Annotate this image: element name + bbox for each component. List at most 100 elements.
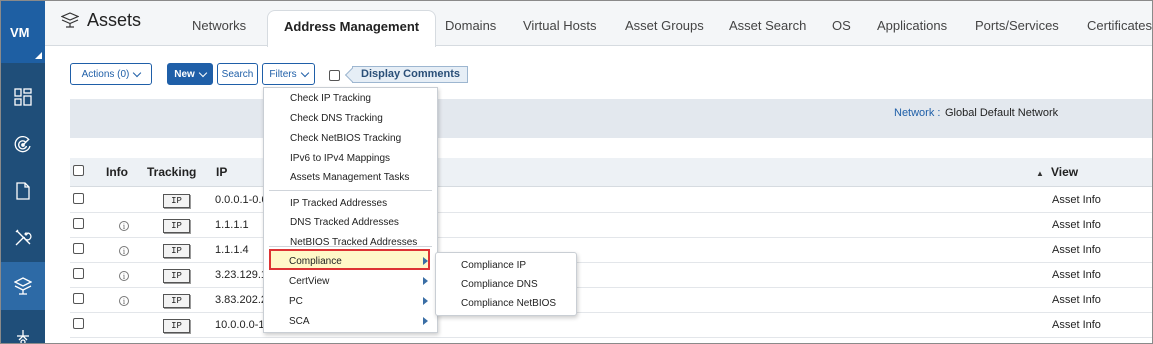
tab-networks[interactable]: Networks	[192, 18, 246, 33]
submenu-arrow-icon	[423, 317, 428, 325]
menu-item-ip-tracked-addresses[interactable]: IP Tracked Addresses	[290, 198, 387, 209]
menu-item-check-ip-tracking[interactable]: Check IP Tracking	[290, 93, 371, 104]
network-label: Network :	[894, 107, 941, 119]
tab-domains[interactable]: Domains	[445, 18, 496, 33]
ip-cell[interactable]: 3.83.202.2	[215, 294, 267, 306]
menu-item-check-netbios-tracking[interactable]: Check NetBIOS Tracking	[290, 133, 401, 144]
chevron-down-icon	[198, 68, 208, 77]
tab-ports-services[interactable]: Ports/Services	[975, 18, 1059, 33]
submenu-arrow-icon	[423, 257, 428, 265]
tab-asset-search[interactable]: Asset Search	[729, 18, 806, 33]
row-checkbox[interactable]	[73, 218, 84, 229]
menu-item-certview[interactable]: CertView	[289, 276, 329, 287]
display-comments-checkbox[interactable]	[329, 70, 340, 81]
tab-certificates[interactable]: Certificates	[1087, 18, 1152, 33]
info-icon[interactable]: i	[119, 271, 129, 281]
ip-cell[interactable]: 10.0.0.0-1	[215, 319, 265, 331]
tracking-ip-badge: IP	[163, 244, 190, 258]
chevron-down-icon	[300, 68, 309, 77]
submenu-arrow-icon	[423, 297, 428, 305]
tab-applications[interactable]: Applications	[877, 18, 947, 33]
actions-label: Actions (0)	[81, 68, 130, 80]
document-icon	[16, 182, 30, 200]
asset-info-link[interactable]: Asset Info	[1052, 294, 1101, 306]
menu-item-pc[interactable]: PC	[289, 296, 303, 307]
display-comments-label[interactable]: Display Comments	[352, 66, 469, 83]
column-header-tracking[interactable]: Tracking	[147, 165, 196, 179]
compliance-submenu: Compliance IP Compliance DNS Compliance …	[435, 252, 577, 316]
ip-cell[interactable]: 3.23.129.1	[215, 269, 267, 281]
asset-info-link[interactable]: Asset Info	[1052, 219, 1101, 231]
row-checkbox[interactable]	[73, 293, 84, 304]
tracking-ip-badge: IP	[163, 269, 190, 283]
module-logo: VM	[10, 25, 30, 40]
rail-item-assets[interactable]	[1, 262, 45, 310]
asset-info-link[interactable]: Asset Info	[1052, 194, 1101, 206]
ip-cell[interactable]: 1.1.1.1	[215, 219, 249, 231]
rail-item-scans[interactable]	[1, 121, 45, 169]
info-icon[interactable]: i	[119, 246, 129, 256]
submenu-arrow-icon	[423, 277, 428, 285]
tab-virtual-hosts[interactable]: Virtual Hosts	[523, 18, 596, 33]
tab-os[interactable]: OS	[832, 18, 851, 33]
new-button[interactable]: New	[167, 63, 213, 85]
actions-dropdown[interactable]: Actions (0)	[70, 63, 152, 85]
asset-info-link[interactable]: Asset Info	[1052, 269, 1101, 281]
column-header-ip[interactable]: IP	[216, 165, 227, 179]
chevron-down-icon	[133, 68, 142, 77]
menu-item-sca[interactable]: SCA	[289, 316, 310, 327]
tracking-ip-badge: IP	[163, 219, 190, 233]
menu-item-ipv6-to-ipv4-mappings[interactable]: IPv6 to IPv4 Mappings	[290, 153, 390, 164]
column-header-view[interactable]: View	[1051, 165, 1078, 179]
page-header: Assets Networks Address Management Domai…	[45, 1, 1152, 47]
left-rail: VM	[1, 1, 45, 343]
network-value: Global Default Network	[945, 107, 1059, 119]
ip-cell[interactable]: 0.0.0.1-0.0	[215, 194, 268, 206]
app-window: VM Assets Networks Address Management Do…	[0, 0, 1153, 344]
menu-divider	[269, 190, 432, 191]
tracking-ip-badge: IP	[163, 319, 190, 333]
scan-radar-icon	[14, 136, 31, 153]
rail-item-reports[interactable]	[1, 167, 45, 215]
module-switcher[interactable]: VM	[1, 1, 45, 63]
search-button[interactable]: Search	[217, 63, 258, 85]
menu-item-compliance[interactable]: Compliance	[289, 256, 342, 267]
row-checkbox[interactable]	[73, 268, 84, 279]
menu-item-dns-tracked-addresses[interactable]: DNS Tracked Addresses	[290, 217, 399, 228]
row-checkbox[interactable]	[73, 318, 84, 329]
menu-divider	[269, 246, 432, 247]
rail-item-network[interactable]	[1, 313, 45, 343]
info-icon[interactable]: i	[119, 296, 129, 306]
page-title: Assets	[87, 10, 142, 30]
asset-info-link[interactable]: Asset Info	[1052, 244, 1101, 256]
new-label: New	[174, 68, 195, 80]
rail-item-dashboard[interactable]	[1, 73, 45, 121]
select-all-checkbox[interactable]	[73, 165, 84, 176]
network-node-icon	[17, 330, 29, 343]
tab-address-management[interactable]: Address Management	[267, 10, 437, 47]
menu-item-assets-management-tasks[interactable]: Assets Management Tasks	[290, 172, 409, 183]
submenu-item-compliance-ip[interactable]: Compliance IP	[461, 260, 526, 271]
row-checkbox[interactable]	[73, 193, 84, 204]
info-icon[interactable]: i	[119, 221, 129, 231]
submenu-item-compliance-netbios[interactable]: Compliance NetBIOS	[461, 298, 556, 309]
corner-triangle-icon	[35, 52, 42, 59]
asset-info-link[interactable]: Asset Info	[1052, 319, 1101, 331]
column-header-info[interactable]: Info	[106, 165, 128, 179]
table-header	[70, 158, 1152, 187]
filters-dropdown[interactable]: Filters	[262, 63, 315, 85]
assets-title-icon	[61, 12, 79, 28]
rail-item-tools[interactable]	[1, 214, 45, 262]
submenu-item-compliance-dns[interactable]: Compliance DNS	[461, 279, 538, 290]
tools-icon	[15, 229, 32, 246]
tracking-ip-badge: IP	[163, 294, 190, 308]
menu-item-check-dns-tracking[interactable]: Check DNS Tracking	[290, 113, 383, 124]
tab-asset-groups[interactable]: Asset Groups	[625, 18, 704, 33]
tracking-ip-badge: IP	[163, 194, 190, 208]
ip-cell[interactable]: 1.1.1.4	[215, 244, 249, 256]
filters-label: Filters	[269, 68, 297, 80]
row-checkbox[interactable]	[73, 243, 84, 254]
assets-icon	[14, 277, 32, 295]
sort-ascending-icon[interactable]: ▲	[1036, 169, 1044, 178]
search-label: Search	[221, 68, 254, 80]
